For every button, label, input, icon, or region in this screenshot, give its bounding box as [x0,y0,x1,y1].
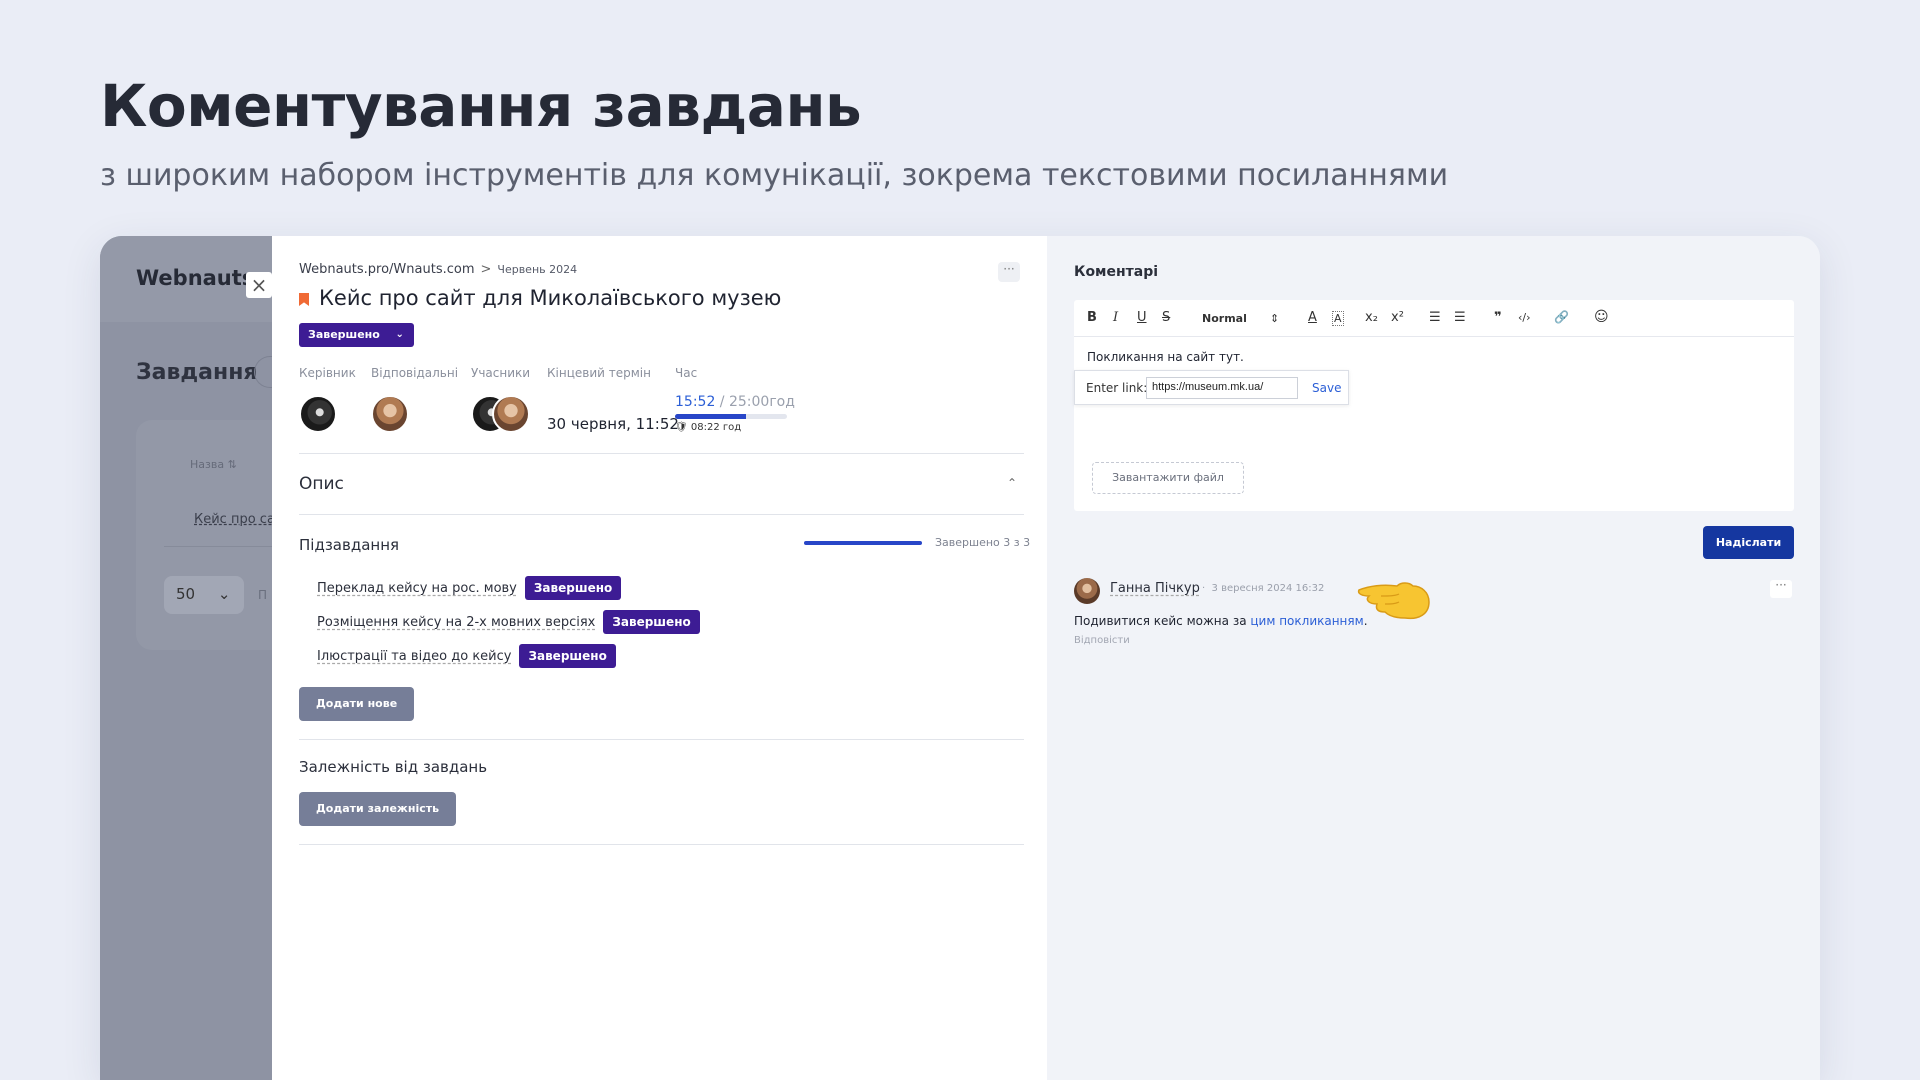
editor-text[interactable]: Покликання на сайт тут. [1087,350,1244,364]
bold-icon[interactable]: B [1087,310,1097,325]
time-label: Час [675,366,698,380]
subtasks-progress-fill [804,541,922,545]
app-screenshot-frame: Webnauts × Завдання Назва ⇅ Кейс про сай… [100,236,1820,1080]
subtasks-progress-bar [804,541,922,545]
avatar[interactable] [492,395,530,433]
subtasks-title: Підзавдання [299,536,400,554]
bullet-list-icon[interactable]: ☰ [1454,310,1466,325]
divider [299,453,1024,454]
description-title[interactable]: Опис [299,474,344,494]
ordered-list-icon[interactable]: ☰ [1429,310,1441,325]
underline-icon[interactable]: U [1137,310,1147,325]
time-progress-fill [675,414,746,419]
breadcrumb-separator: > [480,262,492,277]
status-dropdown[interactable]: Завершено ⌄ [299,323,414,347]
reply-button[interactable]: Відповісти [1074,635,1130,646]
task-title: Кейс про сайт для Миколаївського музею [299,286,781,310]
background-divider [164,546,284,547]
background-column-header: Назва ⇅ [190,458,237,471]
italic-icon[interactable]: I [1113,310,1118,325]
subtask-name[interactable]: Ілюстрації та відео до кейсу [317,649,511,664]
status-badge[interactable]: Завершено [603,610,700,634]
subtask-item[interactable]: Розміщення кейсу на 2-х мовних версіях З… [317,610,700,634]
background-page-size: 50 ⌄ [164,576,244,614]
add-subtask-button[interactable]: Додати нове [299,687,415,721]
link-popup-label: Enter link: [1086,381,1148,395]
deadline-value: 30 червня, 11:52 [547,415,679,433]
chevron-down-icon: ⌄ [217,585,231,603]
avatar[interactable] [1074,578,1100,604]
breadcrumb: Webnauts.pro/Wnauts.com > Червень 2024 [299,262,577,277]
time-value: 15:52 / 25:00год [675,394,795,410]
subscript-icon[interactable]: x₂ [1365,310,1378,325]
comments-title: Коментарі [1074,264,1159,280]
editor-toolbar: B I U S Normal ⇕ A A x₂ x² ☰ ☰ ❞ ‹/› 🔗 ☺ [1074,300,1794,337]
avatar[interactable] [299,395,337,433]
background-color-icon[interactable]: A [1332,311,1344,326]
status-badge[interactable]: Завершено [519,644,616,668]
divider [299,739,1024,740]
text-color-icon[interactable]: A [1308,310,1317,325]
code-icon[interactable]: ‹/› [1518,311,1531,324]
time-progress-bar [675,414,787,419]
select-arrows-icon[interactable]: ⇕ [1270,312,1279,325]
avatar[interactable] [371,395,409,433]
close-icon[interactable]: × [246,272,272,298]
subtask-item[interactable]: Ілюстрації та відео до кейсу Завершено [317,644,616,668]
background-heading: Завдання [136,360,258,385]
app-logo: Webnauts [136,266,255,290]
add-dependency-button[interactable]: Додати залежність [299,792,457,826]
chevron-down-icon: ⌄ [395,329,404,340]
strikethrough-icon[interactable]: S [1162,310,1170,325]
link-save-button[interactable]: Save [1312,381,1341,395]
superscript-icon[interactable]: x² [1391,310,1404,325]
comment-text: Подивитися кейс можна за цим покликанням… [1074,614,1368,628]
deadline-label: Кінцевий термін [547,366,651,380]
page-subtitle: з широким набором інструментів для комун… [100,158,1449,193]
comment-more-button[interactable]: ··· [1770,579,1792,598]
background-app: Webnauts × Завдання Назва ⇅ Кейс про сай… [100,236,286,1080]
background-table-row: Кейс про сайт для Миколаївського музею [194,512,280,527]
subtask-item[interactable]: Переклад кейсу на рос. мову Завершено [317,576,622,600]
font-size-select[interactable]: Normal [1202,312,1247,325]
comments-panel: Коментарі B I U S Normal ⇕ A A x₂ x² ☰ ☰… [1047,236,1820,1080]
more-options-button[interactable]: ··· [998,262,1020,282]
task-panel: Webnauts.pro/Wnauts.com > Червень 2024 ···… [272,236,1047,1080]
manager-label: Керівник [299,366,356,380]
link-popup: Enter link: https://museum.mk.ua/ Save [1074,370,1349,405]
comment-link[interactable]: цим покликанням [1250,614,1363,628]
status-badge[interactable]: Завершено [524,576,622,600]
responsible-label: Відповідальні [371,366,459,380]
emoji-icon[interactable]: ☺ [1594,309,1609,325]
participants-label: Учасники [471,366,531,380]
page-title: Коментування завдань [100,72,862,140]
subtask-name[interactable]: Переклад кейсу на рос. мову [317,581,517,596]
time-remaining: 🛡 08:22 год [675,422,742,433]
comment-editor[interactable]: B I U S Normal ⇕ A A x₂ x² ☰ ☰ ❞ ‹/› 🔗 ☺… [1074,300,1794,511]
comment-date: · 3 вересня 2024 16:32 [1202,583,1325,594]
background-table-card [136,420,286,650]
shield-icon: 🛡 [675,422,688,433]
divider [299,844,1024,845]
background-pager-label: П [258,588,268,602]
link-icon[interactable]: 🔗 [1554,310,1569,324]
dependencies-title: Залежність від завдань [299,758,488,776]
divider [299,514,1024,515]
upload-file-button[interactable]: Завантажити файл [1092,462,1244,494]
sort-icon: ⇅ [227,458,237,471]
comment-author[interactable]: Ганна Пічкур [1110,581,1200,596]
bookmark-icon [299,293,309,306]
subtasks-summary: Завершено 3 з 3 [935,536,1031,549]
link-url-input[interactable]: https://museum.mk.ua/ [1146,377,1298,399]
breadcrumb-project[interactable]: Webnauts.pro/Wnauts.com [299,262,475,277]
subtask-name[interactable]: Розміщення кейсу на 2-х мовних версіях [317,615,595,630]
quote-icon[interactable]: ❞ [1494,310,1502,325]
pointing-hand-icon [1357,582,1430,620]
send-button[interactable]: Надіслати [1703,526,1794,559]
chevron-up-icon[interactable]: ⌃ [1007,476,1017,490]
breadcrumb-date: Червень 2024 [497,263,578,276]
